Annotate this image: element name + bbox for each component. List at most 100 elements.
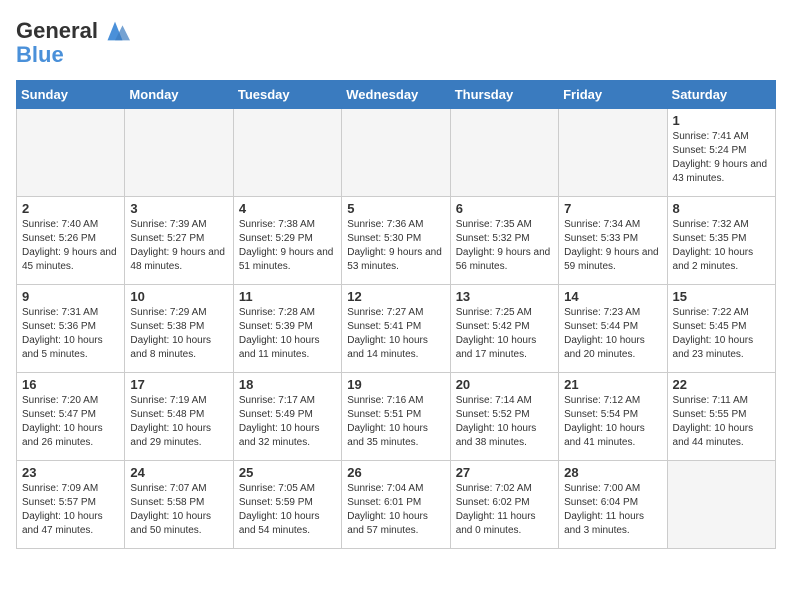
day-cell: 18 Sunrise: 7:17 AM Sunset: 5:49 PM Dayli… (233, 373, 341, 461)
day-info: Sunrise: 7:02 AM Sunset: 6:02 PM Dayligh… (456, 482, 553, 538)
day-cell: 23 Sunrise: 7:09 AM Sunset: 5:57 PM Dayli… (17, 461, 125, 549)
day-info: Sunrise: 7:07 AM Sunset: 5:58 PM Dayligh… (130, 482, 227, 538)
day-info: Sunrise: 7:28 AM Sunset: 5:39 PM Dayligh… (239, 306, 336, 362)
day-cell (342, 109, 450, 197)
day-cell: 3Sunrise: 7:39 AM Sunset: 5:27 PM Daylig… (125, 197, 233, 285)
week-row-2: 2Sunrise: 7:40 AM Sunset: 5:26 PM Daylig… (17, 197, 776, 285)
day-number: 23 (22, 465, 119, 480)
day-number: 9 (22, 289, 119, 304)
logo-icon (100, 16, 130, 46)
day-info: Sunrise: 7:00 AM Sunset: 6:04 PM Dayligh… (564, 482, 661, 538)
day-number: 24 (130, 465, 227, 480)
day-number: 4 (239, 201, 336, 216)
logo-text: General (16, 19, 98, 43)
day-number: 1 (673, 113, 770, 128)
week-row-1: 1 Sunrise: 7:41 AM Sunset: 5:24 PM Daylig… (17, 109, 776, 197)
day-info: Sunrise: 7:12 AM Sunset: 5:54 PM Dayligh… (564, 394, 661, 450)
day-info: Sunrise: 7:23 AM Sunset: 5:44 PM Dayligh… (564, 306, 661, 362)
day-number: 22 (673, 377, 770, 392)
day-info: Sunrise: 7:39 AM Sunset: 5:27 PM Dayligh… (130, 218, 227, 274)
day-cell: 14 Sunrise: 7:23 AM Sunset: 5:44 PM Dayli… (559, 285, 667, 373)
day-cell: 9 Sunrise: 7:31 AM Sunset: 5:36 PM Daylig… (17, 285, 125, 373)
day-cell (559, 109, 667, 197)
day-info: Sunrise: 7:25 AM Sunset: 5:42 PM Dayligh… (456, 306, 553, 362)
day-number: 11 (239, 289, 336, 304)
day-info: Sunrise: 7:32 AM Sunset: 5:35 PM Dayligh… (673, 218, 770, 274)
day-number: 28 (564, 465, 661, 480)
day-info: Sunrise: 7:11 AM Sunset: 5:55 PM Dayligh… (673, 394, 770, 450)
day-cell: 28 Sunrise: 7:00 AM Sunset: 6:04 PM Dayli… (559, 461, 667, 549)
day-info: Sunrise: 7:05 AM Sunset: 5:59 PM Dayligh… (239, 482, 336, 538)
day-cell: 2Sunrise: 7:40 AM Sunset: 5:26 PM Daylig… (17, 197, 125, 285)
day-cell (667, 461, 775, 549)
day-header-tuesday: Tuesday (233, 81, 341, 109)
day-number: 17 (130, 377, 227, 392)
day-number: 10 (130, 289, 227, 304)
day-header-thursday: Thursday (450, 81, 558, 109)
day-number: 19 (347, 377, 444, 392)
day-cell: 25 Sunrise: 7:05 AM Sunset: 5:59 PM Dayli… (233, 461, 341, 549)
day-cell: 20Sunrise: 7:14 AM Sunset: 5:52 PM Dayli… (450, 373, 558, 461)
day-number: 18 (239, 377, 336, 392)
day-info: Sunrise: 7:19 AM Sunset: 5:48 PM Dayligh… (130, 394, 227, 450)
day-number: 7 (564, 201, 661, 216)
day-cell: 8 Sunrise: 7:32 AM Sunset: 5:35 PM Daylig… (667, 197, 775, 285)
day-cell: 26 Sunrise: 7:04 AM Sunset: 6:01 PM Dayli… (342, 461, 450, 549)
day-info: Sunrise: 7:09 AM Sunset: 5:57 PM Dayligh… (22, 482, 119, 538)
day-number: 6 (456, 201, 553, 216)
day-number: 14 (564, 289, 661, 304)
day-cell (450, 109, 558, 197)
day-cell: 10 Sunrise: 7:29 AM Sunset: 5:38 PM Dayli… (125, 285, 233, 373)
day-cell: 7 Sunrise: 7:34 AM Sunset: 5:33 PM Daylig… (559, 197, 667, 285)
day-cell: 16Sunrise: 7:20 AM Sunset: 5:47 PM Dayli… (17, 373, 125, 461)
day-cell: 21Sunrise: 7:12 AM Sunset: 5:54 PM Dayli… (559, 373, 667, 461)
day-info: Sunrise: 7:41 AM Sunset: 5:24 PM Dayligh… (673, 130, 770, 186)
day-cell: 19Sunrise: 7:16 AM Sunset: 5:51 PM Dayli… (342, 373, 450, 461)
day-number: 26 (347, 465, 444, 480)
day-info: Sunrise: 7:17 AM Sunset: 5:49 PM Dayligh… (239, 394, 336, 450)
day-info: Sunrise: 7:22 AM Sunset: 5:45 PM Dayligh… (673, 306, 770, 362)
day-number: 8 (673, 201, 770, 216)
day-header-wednesday: Wednesday (342, 81, 450, 109)
day-cell: 12 Sunrise: 7:27 AM Sunset: 5:41 PM Dayli… (342, 285, 450, 373)
day-number: 13 (456, 289, 553, 304)
day-header-saturday: Saturday (667, 81, 775, 109)
week-row-5: 23 Sunrise: 7:09 AM Sunset: 5:57 PM Dayli… (17, 461, 776, 549)
day-info: Sunrise: 7:35 AM Sunset: 5:32 PM Dayligh… (456, 218, 553, 274)
day-info: Sunrise: 7:34 AM Sunset: 5:33 PM Dayligh… (564, 218, 661, 274)
day-cell: 27 Sunrise: 7:02 AM Sunset: 6:02 PM Dayli… (450, 461, 558, 549)
page-header: General Blue (16, 16, 776, 68)
day-number: 15 (673, 289, 770, 304)
day-info: Sunrise: 7:31 AM Sunset: 5:36 PM Dayligh… (22, 306, 119, 362)
day-cell: 24 Sunrise: 7:07 AM Sunset: 5:58 PM Dayli… (125, 461, 233, 549)
logo: General Blue (16, 16, 130, 68)
day-number: 2 (22, 201, 119, 216)
day-cell: 15 Sunrise: 7:22 AM Sunset: 5:45 PM Dayli… (667, 285, 775, 373)
week-row-3: 9 Sunrise: 7:31 AM Sunset: 5:36 PM Daylig… (17, 285, 776, 373)
week-row-4: 16Sunrise: 7:20 AM Sunset: 5:47 PM Dayli… (17, 373, 776, 461)
day-cell (125, 109, 233, 197)
day-info: Sunrise: 7:29 AM Sunset: 5:38 PM Dayligh… (130, 306, 227, 362)
day-cell: 6 Sunrise: 7:35 AM Sunset: 5:32 PM Daylig… (450, 197, 558, 285)
day-cell: 5 Sunrise: 7:36 AM Sunset: 5:30 PM Daylig… (342, 197, 450, 285)
day-cell: 13 Sunrise: 7:25 AM Sunset: 5:42 PM Dayli… (450, 285, 558, 373)
day-number: 16 (22, 377, 119, 392)
day-cell (17, 109, 125, 197)
day-info: Sunrise: 7:38 AM Sunset: 5:29 PM Dayligh… (239, 218, 336, 274)
day-number: 20 (456, 377, 553, 392)
day-cell: 11 Sunrise: 7:28 AM Sunset: 5:39 PM Dayli… (233, 285, 341, 373)
day-info: Sunrise: 7:27 AM Sunset: 5:41 PM Dayligh… (347, 306, 444, 362)
day-info: Sunrise: 7:04 AM Sunset: 6:01 PM Dayligh… (347, 482, 444, 538)
day-header-friday: Friday (559, 81, 667, 109)
days-header-row: SundayMondayTuesdayWednesdayThursdayFrid… (17, 81, 776, 109)
day-number: 5 (347, 201, 444, 216)
day-cell: 4 Sunrise: 7:38 AM Sunset: 5:29 PM Daylig… (233, 197, 341, 285)
day-cell (233, 109, 341, 197)
day-cell: 22 Sunrise: 7:11 AM Sunset: 5:55 PM Dayli… (667, 373, 775, 461)
day-cell: 17 Sunrise: 7:19 AM Sunset: 5:48 PM Dayli… (125, 373, 233, 461)
day-number: 27 (456, 465, 553, 480)
day-number: 25 (239, 465, 336, 480)
day-cell: 1 Sunrise: 7:41 AM Sunset: 5:24 PM Daylig… (667, 109, 775, 197)
day-info: Sunrise: 7:36 AM Sunset: 5:30 PM Dayligh… (347, 218, 444, 274)
day-number: 12 (347, 289, 444, 304)
